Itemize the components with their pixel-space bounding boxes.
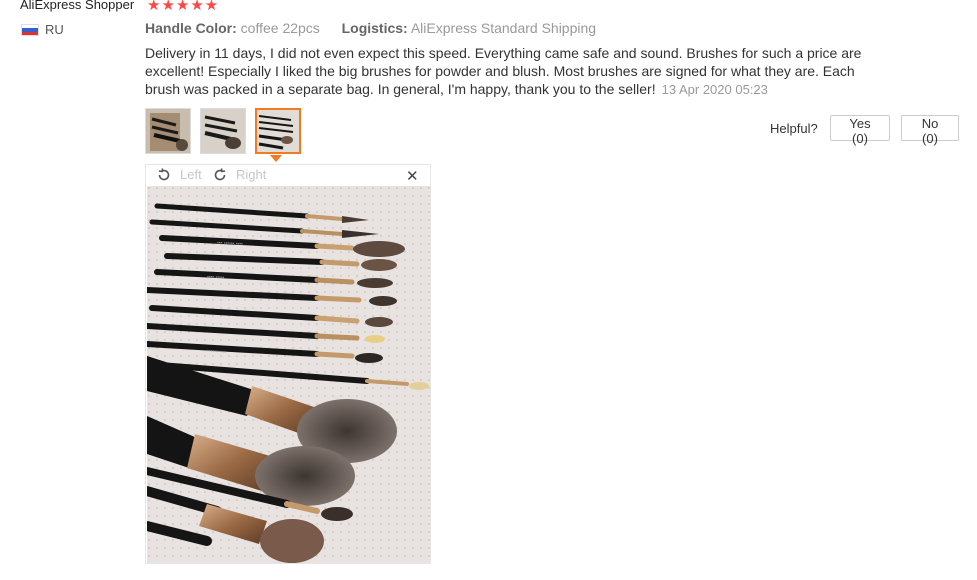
makeup-brushes-photo-icon [257,110,299,152]
review-body: Delivery in 11 days, I did not even expe… [145,44,865,99]
review-photo-thumbnail-2[interactable] [200,108,246,154]
russia-flag-icon [21,24,39,36]
viewer-toolbar: Left Right ✕ [146,165,430,185]
rotate-left-label[interactable]: Left [180,167,202,182]
makeup-brushes-photo: ▪▪▪ ▪▪▪▪▪▪ ▪▪▪▪ ▪▪▪▪ ▪▪▪▪▪ ▪▪▪▪▪▪▪ ▪▪▪ [147,186,430,563]
rotate-right-icon[interactable] [212,167,228,183]
selected-thumbnail-indicator [270,155,282,162]
attr-logistics-key: Logistics: [341,20,408,36]
review-photo-thumbnail-1[interactable] [145,108,191,154]
review-photo-thumbnail-3[interactable] [255,108,301,154]
review-date: 13 Apr 2020 05:23 [661,82,768,97]
makeup-brushes-photo-icon [201,109,245,153]
attr-handle-color-key: Handle Color: [145,20,237,36]
attr-handle-color-value: coffee 22pcs [240,20,320,36]
makeup-brushes-photo-icon [146,109,190,153]
reviewer-name: AliExpress Shopper [20,0,135,12]
order-attributes: Handle Color: coffee 22pcs Logistics: Al… [145,20,596,36]
reviewer-country: RU [45,22,64,37]
rating-stars: ★★★★★ [147,0,220,14]
helpful-no-button[interactable]: No (0) [901,115,959,146]
svg-text:▪▪▪▪ ▪▪▪▪▪: ▪▪▪▪ ▪▪▪▪▪ [207,274,225,281]
rotate-left-icon[interactable] [156,167,172,183]
helpful-yes-button[interactable]: Yes (0) [830,115,890,146]
review-photo-large: ▪▪▪ ▪▪▪▪▪▪ ▪▪▪▪ ▪▪▪▪ ▪▪▪▪▪ ▪▪▪▪▪▪▪ ▪▪▪ [147,186,430,563]
attr-logistics-value: AliExpress Standard Shipping [410,20,597,36]
rotate-right-label[interactable]: Right [236,167,266,182]
helpful-label: Helpful? [770,121,818,136]
close-icon[interactable]: ✕ [406,167,419,185]
photo-viewer: Left Right ✕ ▪▪▪ ▪▪▪▪▪▪ ▪▪▪▪ ▪▪▪▪ ▪▪▪▪▪ … [145,164,431,564]
